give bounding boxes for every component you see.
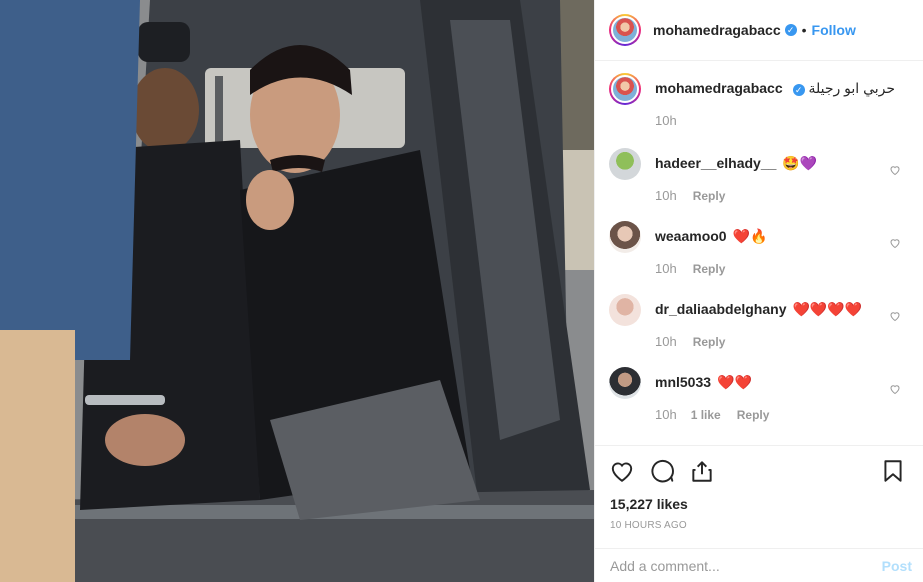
header-separator: • xyxy=(801,22,807,38)
comment-input[interactable] xyxy=(610,557,882,574)
reply-button[interactable]: Reply xyxy=(737,408,770,422)
reply-button[interactable]: Reply xyxy=(693,262,726,276)
comment-text: ❤️🔥 xyxy=(732,228,768,244)
share-icon[interactable] xyxy=(689,458,715,484)
commenter-avatar[interactable] xyxy=(609,294,641,326)
comment-item: hadeer__elhady__ 🤩💜 10h Reply xyxy=(609,148,907,203)
post-header: mohamedragabacc ✓ • Follow xyxy=(595,0,923,61)
like-comment-heart-icon[interactable] xyxy=(889,310,901,322)
bookmark-icon[interactable] xyxy=(880,458,906,484)
like-comment-heart-icon[interactable] xyxy=(889,237,901,249)
comment-text: ❤️❤️ xyxy=(717,374,752,390)
comment-time[interactable]: 10h xyxy=(655,188,677,203)
caption-avatar[interactable] xyxy=(609,73,641,105)
comments-list[interactable]: mohamedragabacc ✓ حربي ابو رجيلة 10h hade… xyxy=(595,61,923,445)
comment-item: weaamoo0 ❤️🔥 10h Reply xyxy=(609,221,907,276)
caption: mohamedragabacc ✓ حربي ابو رجيلة 10h xyxy=(609,73,907,128)
comment-username[interactable]: hadeer__elhady__ xyxy=(655,155,776,171)
verified-icon: ✓ xyxy=(784,24,797,36)
comment-username[interactable]: mnl5033 xyxy=(655,374,711,390)
comment-time[interactable]: 10h xyxy=(655,407,677,422)
reply-button[interactable]: Reply xyxy=(693,335,726,349)
likes-count[interactable]: 15,227 likes xyxy=(595,496,923,512)
comment-item: dr_daliaabdelghany ❤️❤️❤️❤️ 10h Reply xyxy=(609,294,907,349)
comment-item: mnl5033 ❤️❤️ 10h 1 like Reply xyxy=(609,367,907,422)
comment-text: ❤️❤️❤️❤️ xyxy=(792,301,863,317)
comment-time[interactable]: 10h xyxy=(655,334,677,349)
comment-bubble-icon[interactable] xyxy=(649,458,675,484)
comment-text: 🤩💜 xyxy=(782,155,818,171)
reply-button[interactable]: Reply xyxy=(693,189,726,203)
caption-text: حربي ابو رجيلة xyxy=(808,80,896,96)
post-photo-illustration xyxy=(0,0,594,582)
comment-username[interactable]: dr_daliaabdelghany xyxy=(655,301,786,317)
add-comment-bar: Post xyxy=(595,548,923,582)
post-photo[interactable] xyxy=(0,0,594,582)
follow-button[interactable]: Follow xyxy=(812,22,856,38)
like-heart-icon[interactable] xyxy=(609,458,635,484)
commenter-avatar[interactable] xyxy=(609,367,641,399)
like-comment-heart-icon[interactable] xyxy=(889,164,901,176)
post-side-panel: mohamedragabacc ✓ • Follow mohamedragaba… xyxy=(594,0,923,582)
comment-username[interactable]: weaamoo0 xyxy=(655,228,727,244)
author-avatar[interactable] xyxy=(609,14,641,46)
action-bar xyxy=(595,446,923,496)
caption-username[interactable]: mohamedragabacc xyxy=(655,80,783,96)
author-username[interactable]: mohamedragabacc xyxy=(653,22,781,38)
post-timestamp[interactable]: 10 HOURS AGO xyxy=(595,512,923,531)
commenter-avatar[interactable] xyxy=(609,148,641,180)
comment-likes[interactable]: 1 like xyxy=(691,408,721,422)
verified-icon: ✓ xyxy=(792,84,805,96)
caption-time[interactable]: 10h xyxy=(655,113,677,128)
commenter-avatar[interactable] xyxy=(609,221,641,253)
comment-time[interactable]: 10h xyxy=(655,261,677,276)
post-actions-section: 15,227 likes 10 HOURS AGO xyxy=(595,445,923,531)
post-comment-button[interactable]: Post xyxy=(882,558,912,574)
like-comment-heart-icon[interactable] xyxy=(889,383,901,395)
